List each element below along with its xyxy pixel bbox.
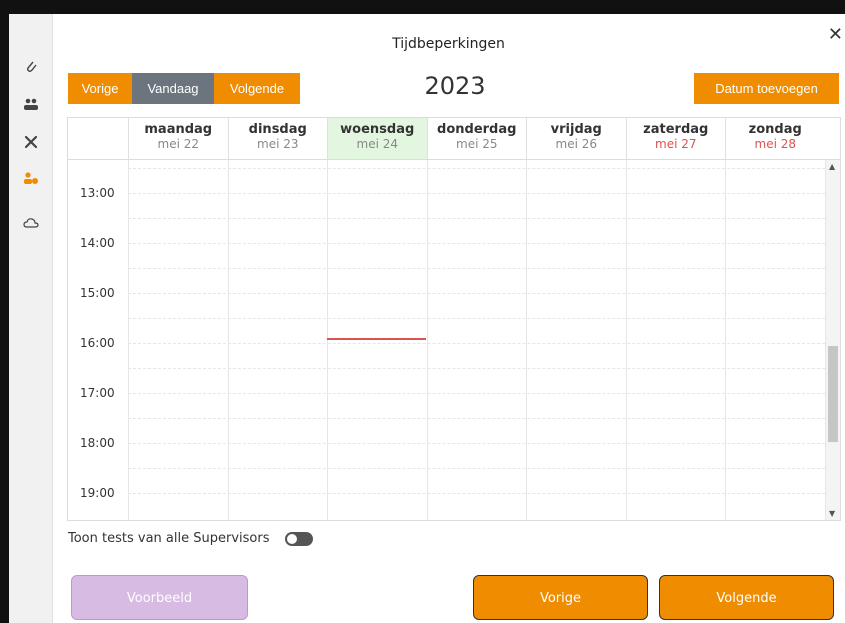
day-name: maandag xyxy=(144,122,213,137)
day-date: mei 27 xyxy=(655,137,697,151)
tools-icon[interactable] xyxy=(21,132,41,152)
time-row[interactable]: 18:00 xyxy=(68,418,825,468)
cloud-icon[interactable] xyxy=(21,213,41,233)
half-hour-line xyxy=(128,193,825,194)
day-header-dinsdag: dinsdag mei 23 xyxy=(227,118,328,159)
close-icon[interactable]: ✕ xyxy=(828,24,843,45)
show-all-supervisors-toggle[interactable] xyxy=(285,531,314,546)
users-icon[interactable] xyxy=(21,94,41,114)
calendar-header: maandag mei 22 dinsdag mei 23 woensdag mei 24… xyxy=(68,118,840,160)
window-frame-top xyxy=(0,0,845,14)
half-hour-line xyxy=(128,268,825,269)
time-row[interactable]: 14:00 xyxy=(68,218,825,268)
year-label: 2023 xyxy=(424,72,486,100)
time-row[interactable]: 17:00 xyxy=(68,368,825,418)
half-hour-line xyxy=(128,343,825,344)
day-date: mei 24 xyxy=(356,137,399,151)
half-hour-line xyxy=(128,418,825,419)
footer-next-button[interactable]: Volgende xyxy=(659,575,834,620)
day-name: zondag xyxy=(748,122,802,137)
paperclip-icon[interactable] xyxy=(21,57,41,77)
scrollbar-thumb[interactable] xyxy=(828,346,838,442)
time-label: 17:00 xyxy=(80,386,115,400)
half-hour-line xyxy=(128,293,825,294)
show-all-supervisors-label: Toon tests van alle Supervisors xyxy=(68,531,270,546)
time-row[interactable]: 15:00 xyxy=(68,268,825,318)
half-hour-line xyxy=(128,468,825,469)
calendar-scrollbar[interactable]: ▲ ▼ xyxy=(826,160,840,520)
window-frame-left xyxy=(0,0,9,623)
day-name: donderdag xyxy=(437,122,517,137)
day-header-vrijdag: vrijdag mei 26 xyxy=(526,118,626,159)
day-name: dinsdag xyxy=(248,122,307,137)
today-button[interactable]: Vandaag xyxy=(132,73,214,104)
show-all-supervisors-row: Toon tests van alle Supervisors xyxy=(68,531,314,546)
day-date: mei 26 xyxy=(555,137,598,151)
half-hour-line xyxy=(128,493,825,494)
half-hour-line xyxy=(128,218,825,219)
time-label: 19:00 xyxy=(80,486,115,500)
calendar-body[interactable]: 13:00 14:00 15:00 16:00 17:00 18:00 19:00 xyxy=(68,160,826,520)
day-name: zaterdag xyxy=(643,122,709,137)
toggle-knob xyxy=(287,533,298,544)
modal-title: Tijdbeperkingen xyxy=(392,36,505,52)
sidebar xyxy=(9,14,53,623)
day-name: vrijdag xyxy=(550,122,602,137)
half-hour-line xyxy=(128,168,825,169)
preview-button[interactable]: Voorbeeld xyxy=(71,575,248,620)
day-name: woensdag xyxy=(340,122,415,137)
week-calendar: maandag mei 22 dinsdag mei 23 woensdag mei 24… xyxy=(67,117,841,521)
day-header-zaterdag: zaterdag mei 27 xyxy=(625,118,726,159)
time-row[interactable]: 19:00 xyxy=(68,468,825,518)
time-label: 15:00 xyxy=(80,286,115,300)
half-hour-line xyxy=(128,243,825,244)
time-label: 16:00 xyxy=(80,336,115,350)
day-header-zondag: zondag mei 28 xyxy=(725,118,825,159)
next-week-button[interactable]: Volgende xyxy=(214,73,300,104)
day-date: mei 22 xyxy=(157,137,200,151)
half-hour-line xyxy=(128,443,825,444)
time-row[interactable]: 16:00 xyxy=(68,318,825,368)
day-date: mei 25 xyxy=(456,137,498,151)
time-row[interactable]: 13:00 xyxy=(68,168,825,218)
time-label: 18:00 xyxy=(80,436,115,450)
prev-week-button[interactable]: Vorige xyxy=(68,73,132,104)
half-hour-line xyxy=(128,318,825,319)
half-hour-line xyxy=(128,368,825,369)
user-clock-icon[interactable] xyxy=(21,168,41,188)
day-header-woensdag: woensdag mei 24 xyxy=(327,118,427,159)
footer-prev-button[interactable]: Vorige xyxy=(473,575,648,620)
day-date: mei 28 xyxy=(754,137,797,151)
half-hour-line xyxy=(128,393,825,394)
add-date-button[interactable]: Datum toevoegen xyxy=(694,73,839,104)
day-header-donderdag: donderdag mei 25 xyxy=(426,118,527,159)
scroll-down-icon[interactable]: ▼ xyxy=(829,509,835,518)
scroll-up-icon[interactable]: ▲ xyxy=(829,162,835,171)
current-time-indicator xyxy=(327,338,426,340)
day-header-maandag: maandag mei 22 xyxy=(128,118,228,159)
time-label: 13:00 xyxy=(80,186,115,200)
day-date: mei 23 xyxy=(257,137,299,151)
time-label: 14:00 xyxy=(80,236,115,250)
